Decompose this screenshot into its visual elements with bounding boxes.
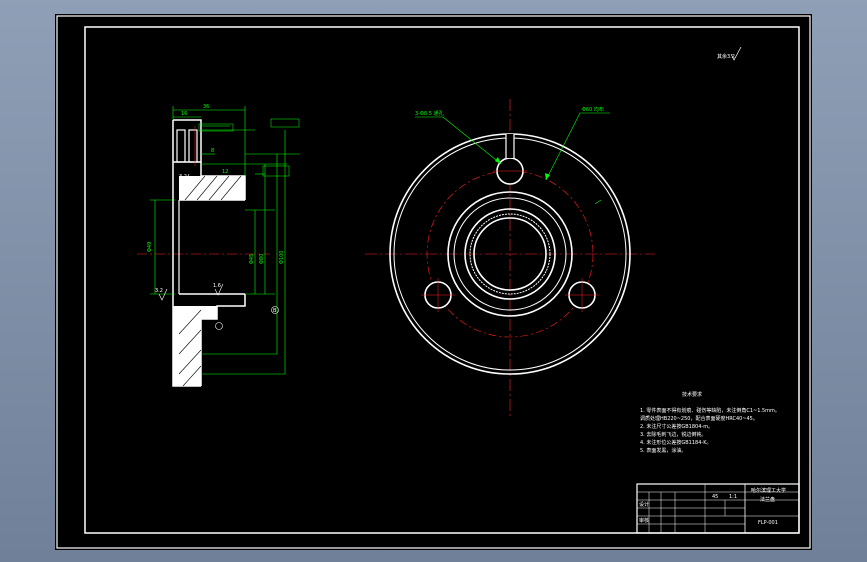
section-roughness-c: 1.6: [213, 283, 224, 296]
bolt-hole-slot-a: [176, 129, 186, 163]
tech-requirements: 技术要求 1. 零件表面不得有划痕、碰伤等缺陷，未注倒角C1~1.5mm。 调质…: [640, 391, 780, 454]
tech-req-line-4: 3. 去除毛刺飞边，锐边倒钝。: [640, 431, 706, 438]
title-school: 哈尔滨理工大学: [751, 487, 786, 494]
datum-marker-a: [215, 322, 223, 330]
top-slot: [506, 134, 514, 158]
tech-req-title: 技术要求: [682, 391, 702, 398]
section-view: 36 16 8 12 Φ49 Φ45 Φ80 Φ100 3.2 3.2 1.6 …: [137, 104, 300, 387]
dim-d4: Φ100: [279, 251, 285, 264]
drawing-canvas: 其余3.2 36 16 8 12 Φ49 Φ45 Φ80 Φ100 3.2 3.…: [55, 14, 812, 550]
title-drawing-no: FLP-001: [758, 520, 778, 526]
tech-req-line-5: 4. 未注形位公差按GB1184-K。: [640, 439, 711, 446]
dim-a: 16: [181, 111, 187, 117]
title-material: 45: [712, 494, 718, 500]
drawing-frame: [84, 26, 800, 534]
hole-callout: 3-Φ8.5 通孔: [415, 110, 443, 117]
svg-text:1.6: 1.6: [213, 283, 221, 289]
callout-box-b: [270, 118, 300, 128]
tech-req-line-6: 5. 表面发黑，涂油。: [640, 447, 686, 454]
dim-d1: Φ49: [147, 242, 153, 252]
dim-d2: Φ45: [249, 254, 255, 264]
dim-d3: Φ80: [259, 254, 265, 264]
tech-req-line-2: 调质处理HB220~250，配合表面硬度HRC40~45。: [640, 415, 758, 422]
svg-text:3.2: 3.2: [155, 288, 163, 294]
dim-b: 8: [211, 148, 214, 154]
cad-drawing: 其余3.2 36 16 8 12 Φ49 Φ45 Φ80 Φ100 3.2 3.…: [56, 15, 811, 549]
tech-req-line-3: 2. 未注尺寸公差按GB1804-m。: [640, 423, 713, 430]
title-scale: 1:1: [729, 494, 737, 500]
dim-hub: 12: [222, 169, 228, 175]
tech-req-line-1: 1. 零件表面不得有划痕、碰伤等缺陷，未注倒角C1~1.5mm。: [640, 407, 780, 414]
dim-top: 36: [203, 104, 209, 110]
title-part-name: 法兰盘: [760, 496, 775, 503]
pcd-callout: Φ60 均布: [582, 106, 604, 113]
title-checker: 审核: [639, 517, 649, 524]
svg-text:3.2: 3.2: [179, 174, 187, 180]
datum-label: B: [273, 308, 277, 314]
roughness-mark: 其余3.2: [717, 46, 742, 61]
title-designer: 设计: [639, 501, 649, 508]
front-view: 3-Φ8.5 通孔 Φ60 均布: [365, 99, 655, 419]
bolt-hole-slot-b: [188, 129, 198, 163]
